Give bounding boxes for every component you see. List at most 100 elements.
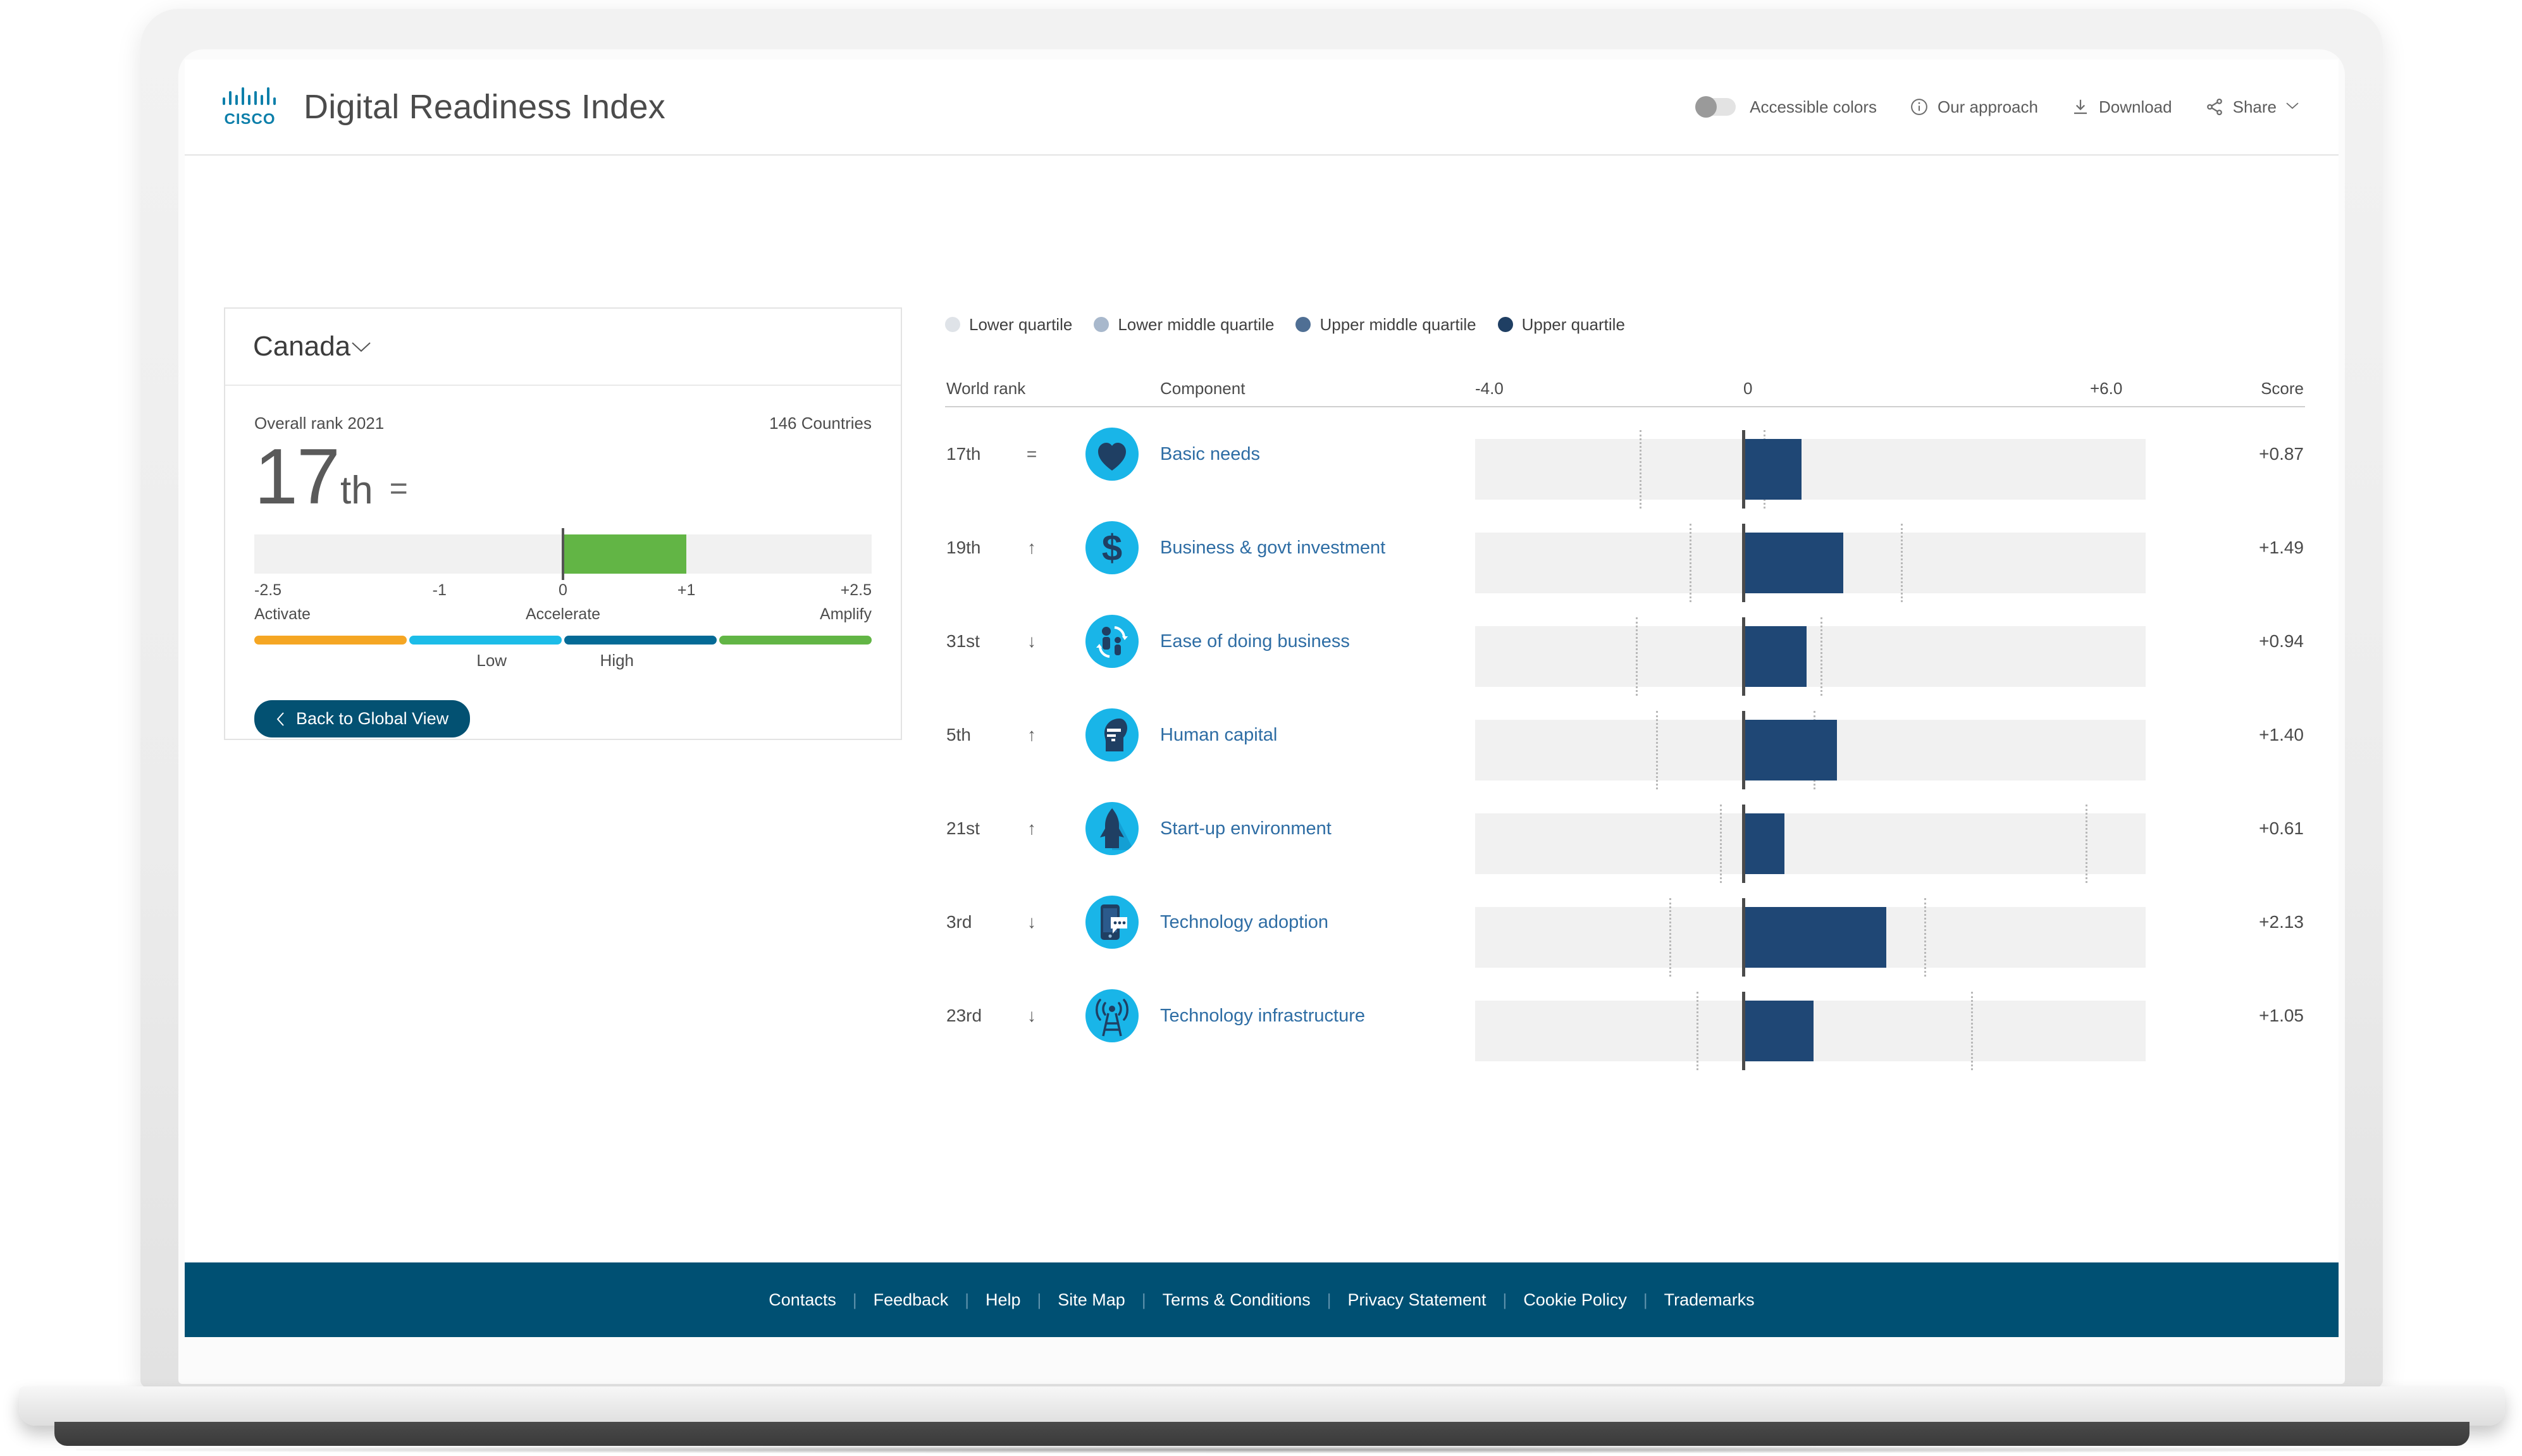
row-score-value: +0.87 — [2259, 444, 2304, 464]
laptop-foot — [54, 1422, 2469, 1446]
chevron-left-icon — [276, 711, 286, 727]
accessible-colors-toggle[interactable]: Accessible colors — [1695, 96, 1877, 118]
footer-link[interactable]: Site Map — [1041, 1290, 1142, 1310]
row-component-label[interactable]: Technology adoption — [1160, 910, 1426, 934]
row-bar-track — [1475, 524, 2146, 602]
zero-axis-line — [1742, 898, 1745, 977]
zero-axis-line — [1742, 430, 1745, 509]
quartile-dot-icon — [1094, 317, 1110, 332]
top-bar-actions: Accessible colors Our approach Download … — [1695, 96, 2299, 118]
arrow-down-icon: ↓ — [1027, 631, 1036, 651]
svg-text:CISCO: CISCO — [224, 111, 275, 128]
download-button[interactable]: Download — [2071, 97, 2172, 117]
row-score-bar[interactable] — [1743, 439, 1802, 500]
arrow-up-icon: ↑ — [1027, 538, 1036, 557]
quartile-marker-line — [1924, 898, 1927, 977]
gauge-tick: +2.5 — [840, 581, 872, 600]
toggle-knob[interactable] — [1695, 96, 1717, 118]
quartile-dot-icon — [1295, 317, 1311, 332]
country-selector[interactable]: Canada — [225, 309, 901, 386]
quartile-marker-line — [1656, 711, 1659, 789]
footer-link[interactable]: Cookie Policy — [1507, 1290, 1643, 1310]
footer-divider: | — [852, 1290, 857, 1309]
row-score-bar[interactable] — [1743, 626, 1807, 687]
low-high-labels: Low High — [254, 651, 872, 672]
heart-icon — [1085, 428, 1139, 481]
overall-rank-label: Overall rank 2021 — [254, 414, 385, 433]
country-card: Canada Overall rank 2021 146 Countries 1… — [224, 307, 902, 740]
rank-number: 17 — [254, 433, 340, 521]
quartile-legend-label: Lower middle quartile — [1118, 314, 1275, 334]
row-component-label[interactable]: Business & govt investment — [1160, 536, 1426, 560]
country-card-body: Overall rank 2021 146 Countries 17 th = … — [225, 386, 901, 738]
header-world-rank: World rank — [946, 379, 1026, 398]
quartile-legend-item[interactable]: Upper middle quartile — [1295, 315, 1476, 335]
chevron-down-icon — [2285, 101, 2299, 113]
download-label: Download — [2098, 97, 2172, 116]
zero-axis-line — [1742, 617, 1745, 696]
row-score-bar[interactable] — [1743, 907, 1886, 968]
download-icon — [2071, 97, 2090, 116]
axis-label-zero: 0 — [1743, 379, 1753, 398]
table-row[interactable]: 19th ↑ $ Business & govt investment +1.49 — [945, 501, 2305, 602]
arrow-up-icon: ↑ — [1027, 818, 1036, 838]
table-row[interactable]: 21st ↑ Start-up environment +0.61 — [945, 782, 2305, 883]
table-row[interactable]: 23rd ↓ Technology infrastructure +1.05 — [945, 969, 2305, 1070]
footer-link[interactable]: Trademarks — [1648, 1290, 1771, 1310]
row-component-label[interactable]: Technology infrastructure — [1160, 1004, 1426, 1028]
our-approach-button[interactable]: Our approach — [1910, 97, 2038, 117]
stage-segment — [564, 636, 717, 645]
quartile-legend-item[interactable]: Lower middle quartile — [1094, 315, 1274, 335]
footer-link[interactable]: Terms & Conditions — [1146, 1290, 1327, 1310]
footer-link[interactable]: Feedback — [857, 1290, 965, 1310]
quartile-marker-line — [1690, 524, 1692, 602]
row-component-label[interactable]: Human capital — [1160, 723, 1426, 747]
row-world-rank: 21st — [946, 818, 980, 838]
row-bar-track — [1475, 711, 2146, 789]
row-bar-track — [1475, 898, 2146, 977]
gauge-stage-label: Activate — [254, 605, 311, 624]
svg-text:$: $ — [1102, 527, 1122, 569]
row-world-rank: 5th — [946, 725, 971, 744]
gauge-tick: -1 — [432, 581, 447, 600]
quartile-legend-item[interactable]: Lower quartile — [945, 315, 1072, 335]
zero-axis-line — [1742, 711, 1745, 789]
row-score-bar[interactable] — [1743, 533, 1843, 593]
share-button[interactable]: Share — [2205, 97, 2299, 117]
row-score-bar[interactable] — [1743, 720, 1838, 780]
gauge-tick: +1 — [677, 581, 696, 600]
row-component-label[interactable]: Ease of doing business — [1160, 629, 1426, 653]
row-score-bar[interactable] — [1743, 1001, 1814, 1061]
stage-color-bar — [254, 636, 872, 645]
row-bar-track — [1475, 992, 2146, 1070]
quartile-legend-label: Upper quartile — [1521, 314, 1625, 334]
footer-link[interactable]: Help — [969, 1290, 1037, 1310]
footer-divider: | — [1643, 1290, 1648, 1309]
footer-link[interactable]: Privacy Statement — [1331, 1290, 1502, 1310]
quartile-legend: Lower quartile Lower middle quartile Upper… — [945, 307, 2305, 342]
arrow-up-icon: ↑ — [1027, 725, 1036, 744]
our-approach-label: Our approach — [1937, 97, 2038, 116]
back-to-global-view-button[interactable]: Back to Global View — [254, 700, 471, 738]
chart-rows: 17th = Basic needs +0.87 19th ↑ $ Business & go… — [945, 407, 2305, 1070]
row-component-label[interactable]: Basic needs — [1160, 442, 1426, 466]
table-row[interactable]: 5th ↑ Human capital +1.40 — [945, 688, 2305, 789]
table-row[interactable]: 3rd ↓ Technology adoption +2.13 — [945, 875, 2305, 977]
quartile-marker-line — [1820, 617, 1822, 696]
quartile-legend-item[interactable]: Upper quartile — [1497, 314, 1625, 335]
table-row[interactable]: 17th = Basic needs +0.87 — [945, 407, 2305, 509]
toggle-track[interactable] — [1695, 96, 1736, 118]
table-row[interactable]: 31st ↓ Ease of doing business +0.94 — [945, 595, 2305, 696]
equals-icon: = — [1026, 444, 1037, 464]
arrow-down-icon: ↓ — [1027, 1006, 1036, 1025]
stage-segment — [409, 636, 562, 645]
row-score-value: +1.40 — [2259, 725, 2304, 744]
quartile-marker-line — [1636, 617, 1638, 696]
rank-change-indicator: = — [389, 471, 408, 507]
page-title: Digital Readiness Index — [304, 88, 665, 126]
row-score-bar[interactable] — [1743, 813, 1784, 874]
rank-suffix: th — [340, 469, 373, 513]
footer-link[interactable]: Contacts — [752, 1290, 853, 1310]
row-component-label[interactable]: Start-up environment — [1160, 817, 1426, 841]
chevron-down-icon[interactable] — [350, 340, 372, 354]
